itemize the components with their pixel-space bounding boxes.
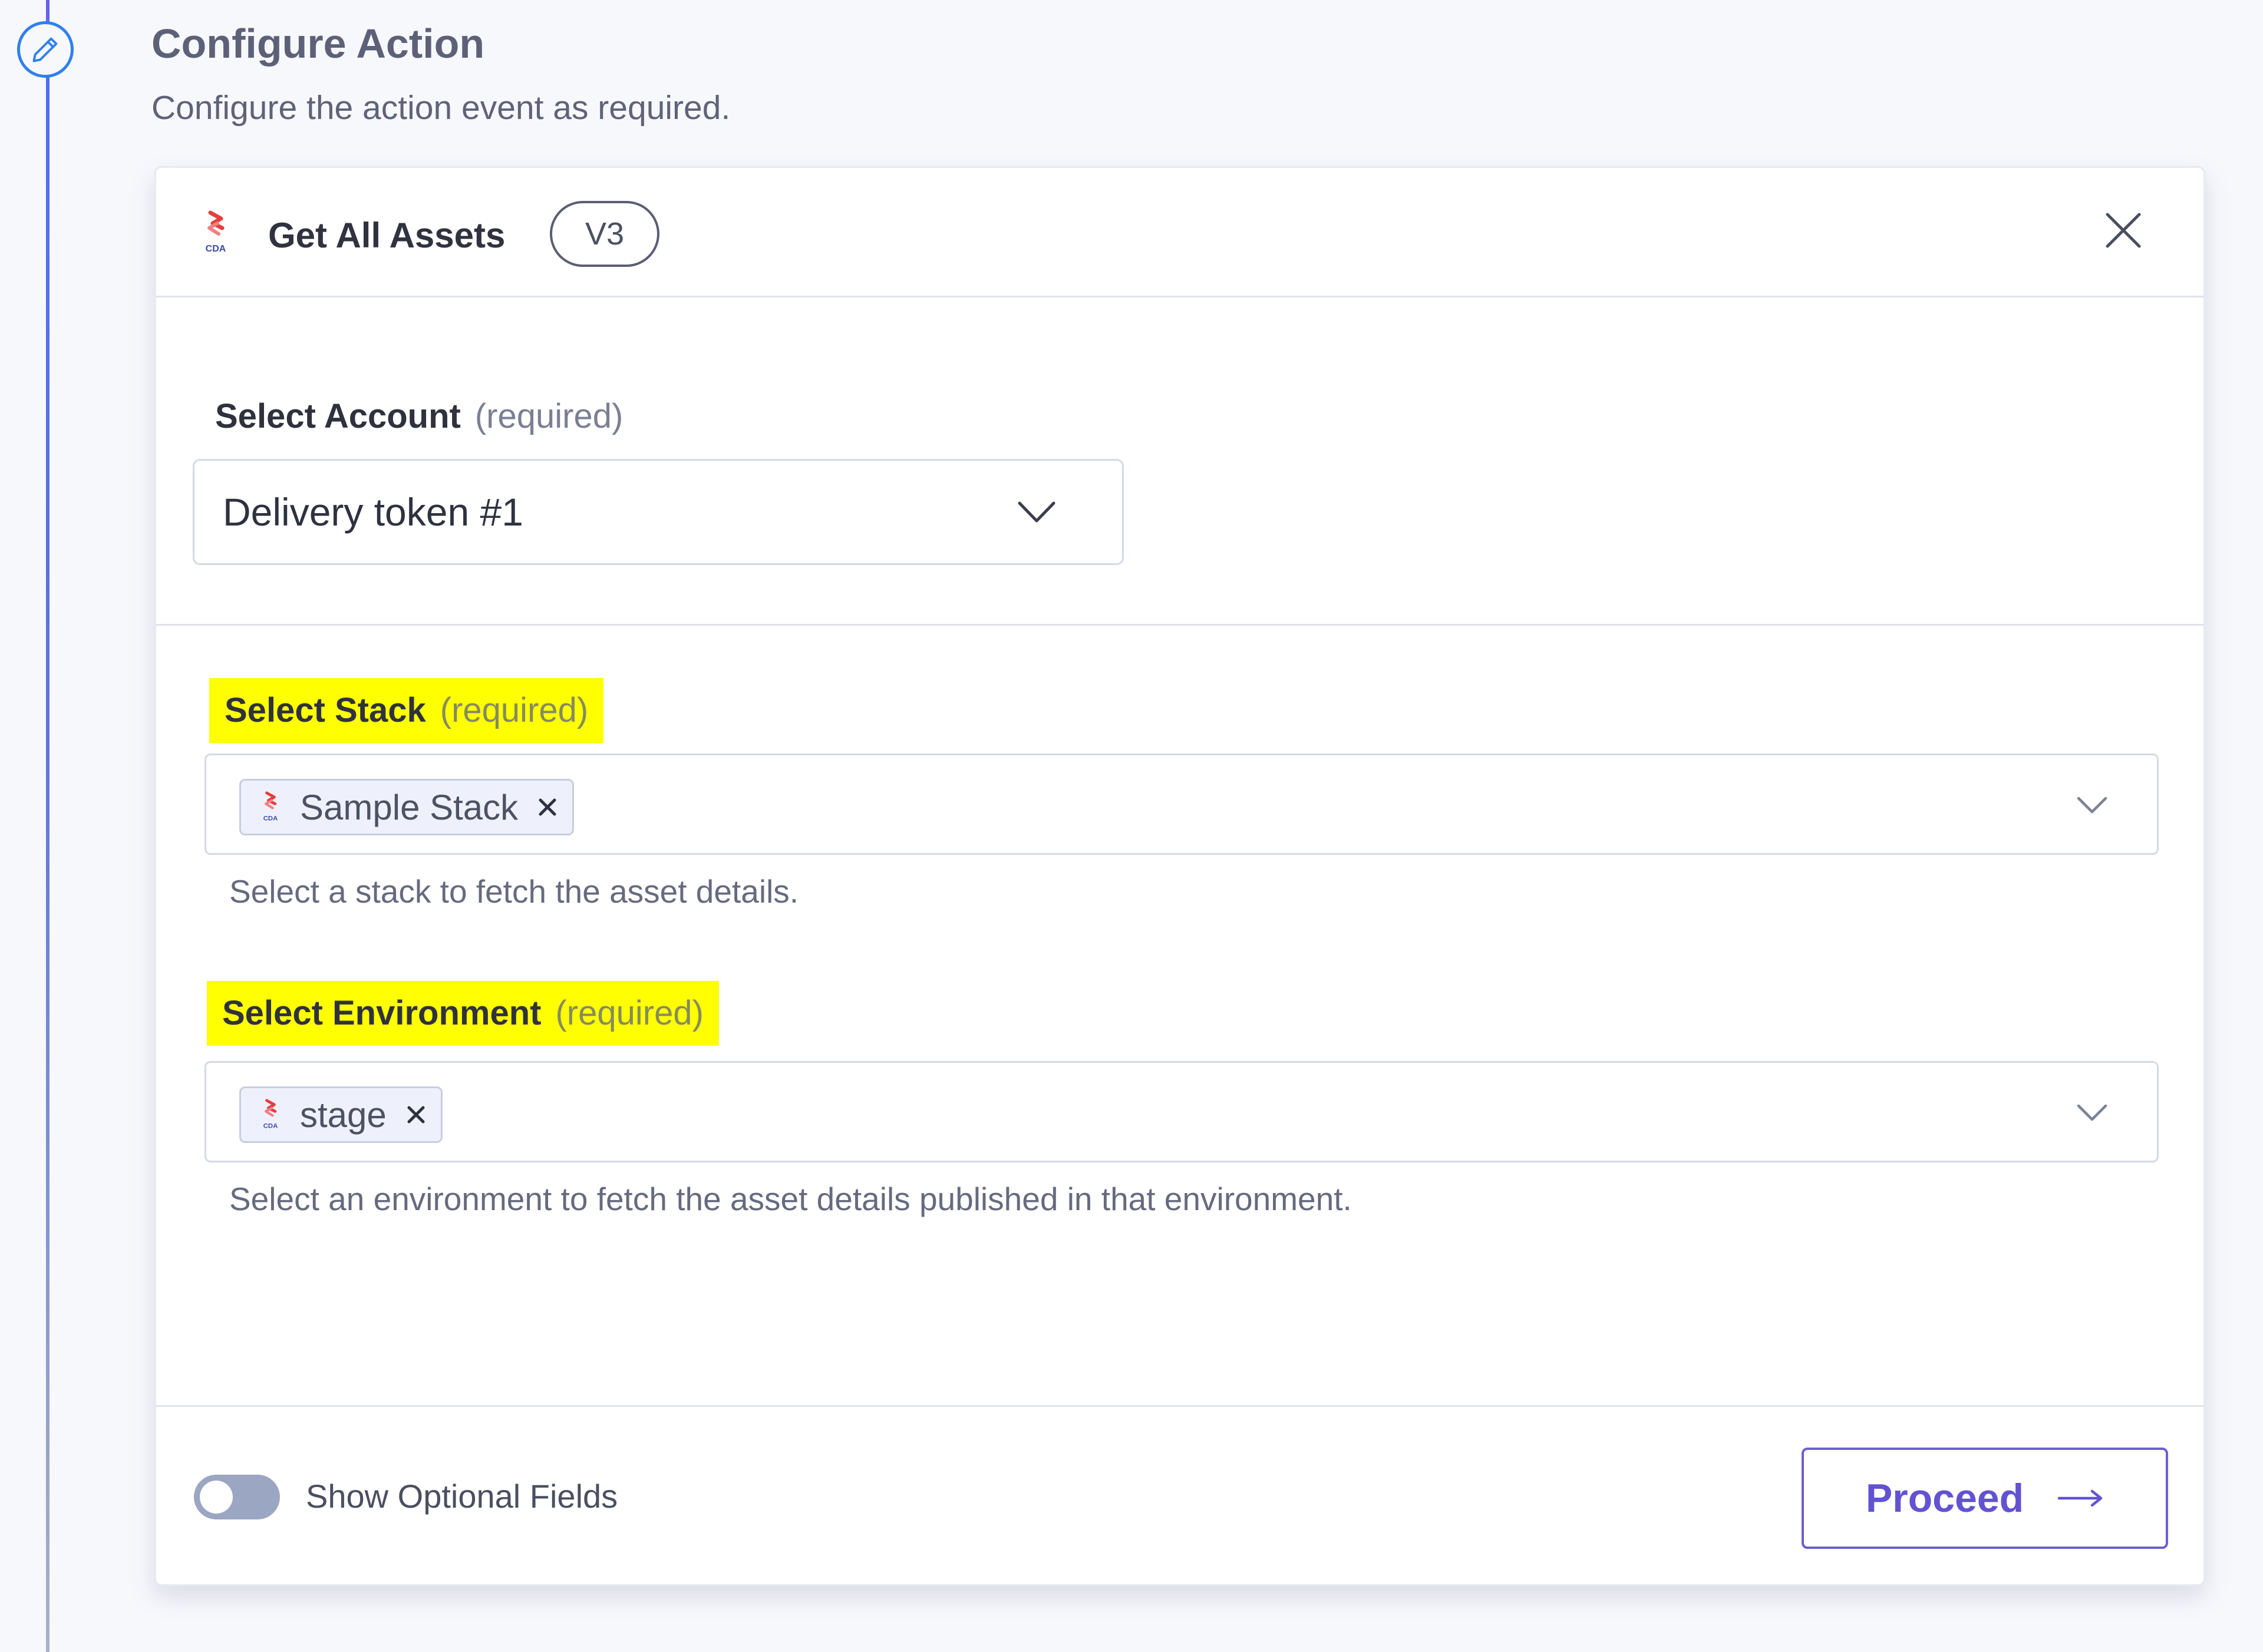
account-label-text: Select Account (215, 397, 461, 435)
close-icon (2106, 213, 2141, 248)
stack-chip-label: Sample Stack (300, 787, 519, 827)
account-select-value: Delivery token #1 (223, 490, 523, 534)
environment-chip: CDA stage (239, 1086, 443, 1143)
stack-field-label: Select Stack (required) (209, 678, 604, 743)
step-status-indicator (17, 21, 74, 78)
contentstack-cda-logo-icon: CDA (263, 1099, 278, 1130)
environment-select[interactable]: CDA stage (204, 1061, 2159, 1162)
account-required-tag: (required) (474, 397, 624, 435)
svg-text:CDA: CDA (206, 244, 226, 254)
environment-help-text: Select an environment to fetch the asset… (229, 1181, 1352, 1217)
account-field-label: Select Account (required) (215, 397, 623, 436)
section-divider (156, 624, 2203, 626)
remove-environment-chip-button[interactable] (404, 1103, 428, 1126)
stack-label-text: Select Stack (225, 691, 426, 729)
chevron-down-icon (1018, 501, 1055, 523)
environment-chip-label: stage (300, 1095, 387, 1135)
toggle-knob (200, 1481, 233, 1514)
close-icon (539, 798, 556, 816)
version-badge: V3 (550, 201, 659, 267)
contentstack-cda-logo-icon: CDA (263, 791, 278, 822)
proceed-button[interactable]: Proceed (1802, 1448, 2168, 1549)
environment-label-text: Select Environment (222, 994, 542, 1032)
stack-required-tag: (required) (440, 691, 589, 729)
proceed-button-label: Proceed (1865, 1476, 2024, 1521)
step-title: Configure Action (151, 21, 485, 67)
step-subtitle: Configure the action event as required. (151, 89, 731, 127)
show-optional-fields-toggle[interactable] (194, 1475, 280, 1519)
show-optional-fields-label: Show Optional Fields (306, 1478, 618, 1515)
stack-select[interactable]: CDA Sample Stack (204, 754, 2159, 855)
stack-chip: CDA Sample Stack (239, 779, 575, 835)
svg-text:CDA: CDA (263, 1123, 278, 1130)
contentstack-cda-logo-icon: CDA (206, 210, 226, 254)
account-select[interactable]: Delivery token #1 (193, 459, 1124, 565)
stack-help-text: Select a stack to fetch the asset detail… (229, 873, 799, 910)
chevron-down-icon (2077, 1104, 2107, 1121)
arrow-right-icon (2057, 1489, 2103, 1507)
environment-field-label: Select Environment (required) (207, 981, 719, 1046)
action-name: Get All Assets (268, 216, 506, 255)
svg-text:CDA: CDA (263, 815, 278, 822)
close-icon (407, 1106, 425, 1124)
pencil-icon (32, 37, 58, 62)
action-config-card: CDA Get All Assets V3 Select Account (req… (154, 166, 2205, 1586)
close-button[interactable] (2100, 207, 2147, 254)
footer-divider (156, 1405, 2203, 1407)
environment-required-tag: (required) (555, 994, 704, 1032)
timeline-line (46, 0, 50, 1652)
card-header: CDA Get All Assets V3 (156, 168, 2203, 298)
remove-stack-chip-button[interactable] (536, 795, 559, 819)
chevron-down-icon (2077, 797, 2107, 814)
